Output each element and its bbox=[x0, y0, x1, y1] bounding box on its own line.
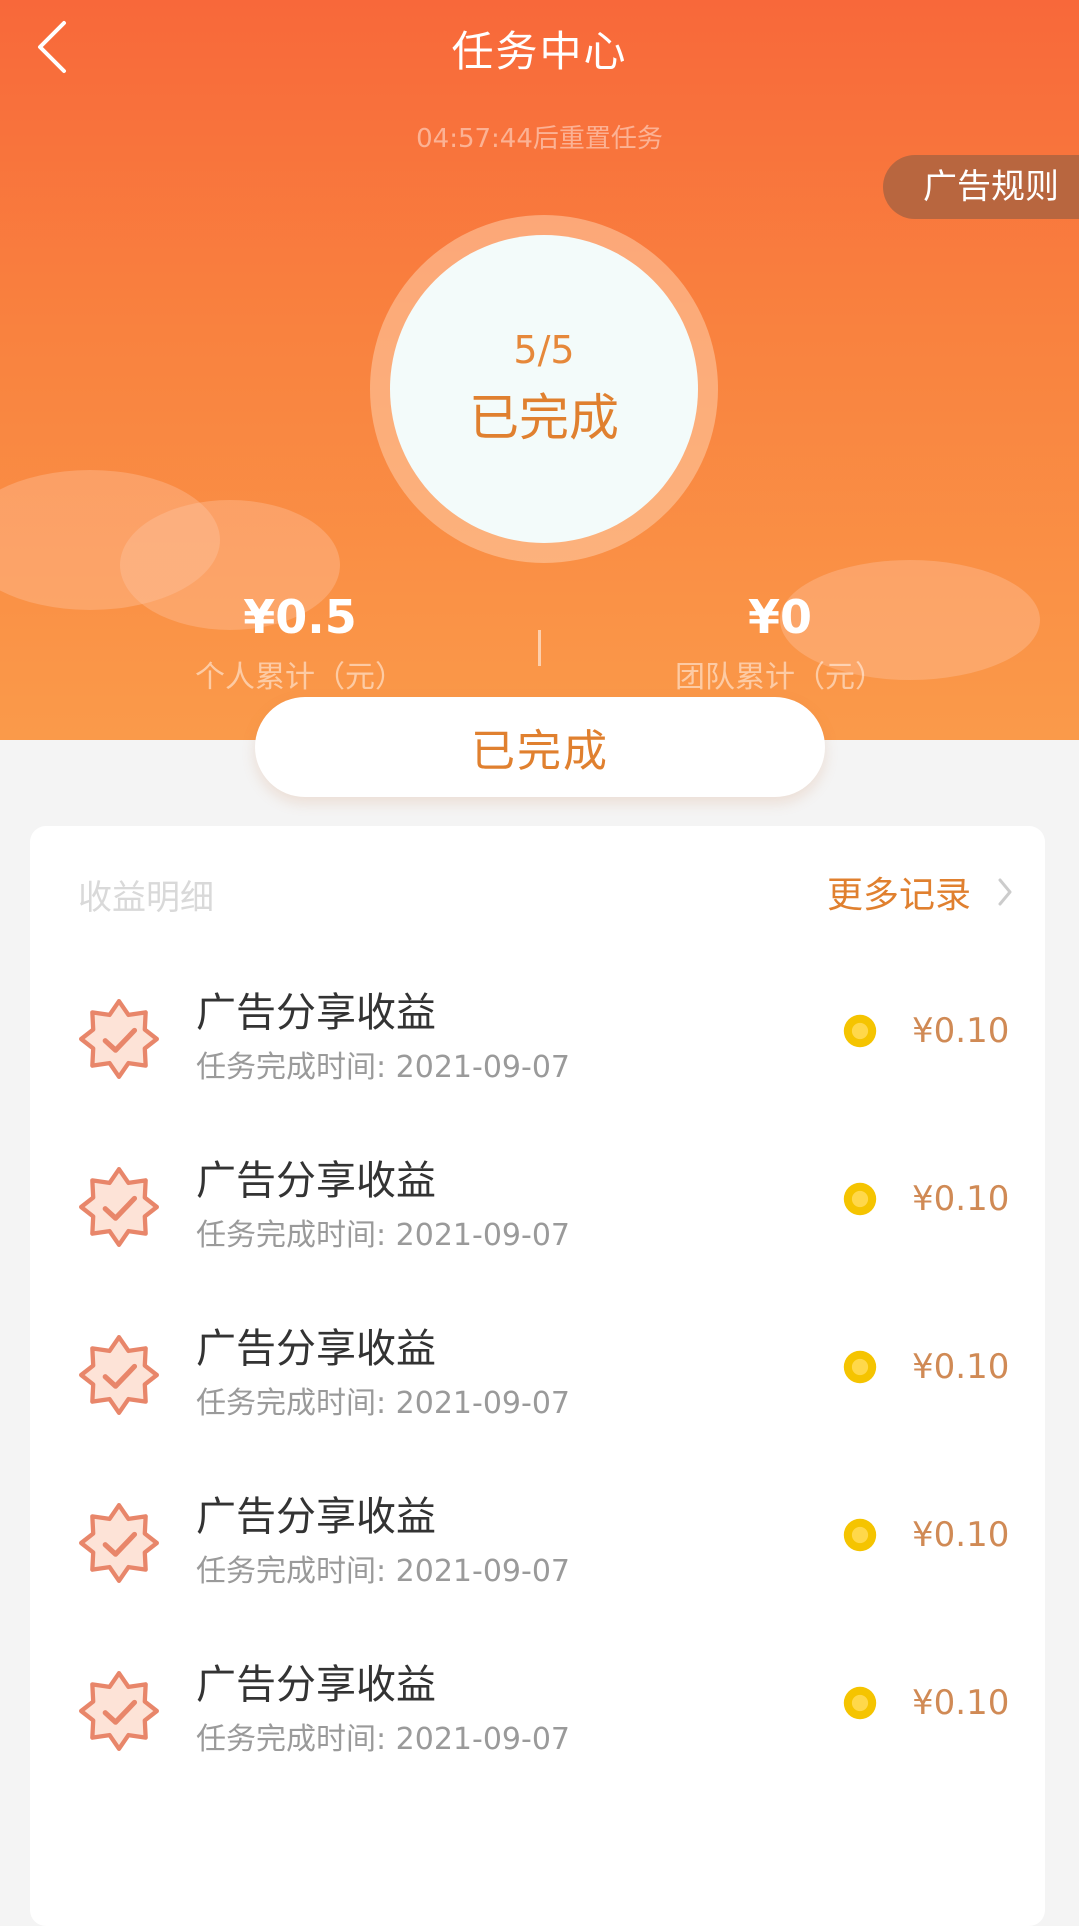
page-title: 任务中心 bbox=[451, 27, 628, 76]
team-total-value: ¥0 bbox=[747, 590, 812, 644]
record-title: 广告分享收益 bbox=[196, 1494, 436, 1540]
record-title: 广告分享收益 bbox=[196, 990, 436, 1036]
list-item: 广告分享收益 任务完成时间: 2021-09-07 ¥0.10 bbox=[30, 1144, 1045, 1264]
record-time: 任务完成时间: 2021-09-07 bbox=[196, 1218, 570, 1253]
record-title: 广告分享收益 bbox=[196, 1662, 436, 1708]
team-total: ¥0 团队累计（元） bbox=[580, 590, 980, 696]
chevron-right-icon bbox=[998, 878, 1012, 906]
header-banner: 任务中心 04:57:44后重置任务 广告规则 5/5 已完成 ¥0.5 个人累… bbox=[0, 0, 1079, 740]
check-badge-icon bbox=[79, 1503, 159, 1583]
record-title: 广告分享收益 bbox=[196, 1326, 436, 1372]
records-card: 收益明细 更多记录 广告分享收益 任务完成时间: 2021-09-07 ¥0.1… bbox=[30, 826, 1045, 1926]
coin-icon bbox=[843, 1518, 877, 1552]
more-records-label: 更多记录 bbox=[826, 875, 971, 916]
record-amount: ¥0.10 bbox=[912, 1179, 1010, 1219]
check-badge-icon bbox=[79, 1671, 159, 1751]
team-total-label: 团队累计（元） bbox=[675, 660, 885, 695]
coin-icon bbox=[843, 1014, 877, 1048]
record-amount: ¥0.10 bbox=[912, 1347, 1010, 1387]
completed-status-pill: 已完成 bbox=[255, 697, 825, 797]
personal-total-value: ¥0.5 bbox=[243, 590, 357, 644]
list-item: 广告分享收益 任务完成时间: 2021-09-07 ¥0.10 bbox=[30, 1648, 1045, 1768]
coin-icon bbox=[843, 1182, 877, 1216]
stats-divider bbox=[538, 630, 541, 666]
progress-ring: 5/5 已完成 bbox=[370, 215, 718, 563]
record-time: 任务完成时间: 2021-09-07 bbox=[196, 1722, 570, 1757]
list-item: 广告分享收益 任务完成时间: 2021-09-07 ¥0.10 bbox=[30, 1480, 1045, 1600]
coin-icon bbox=[843, 1686, 877, 1720]
record-time: 任务完成时间: 2021-09-07 bbox=[196, 1386, 570, 1421]
record-amount: ¥0.10 bbox=[912, 1683, 1010, 1723]
progress-count: 5/5 bbox=[513, 328, 575, 372]
personal-total-label: 个人累计（元） bbox=[195, 660, 405, 695]
check-badge-icon bbox=[79, 999, 159, 1079]
record-time: 任务完成时间: 2021-09-07 bbox=[196, 1554, 570, 1589]
coin-icon bbox=[843, 1350, 877, 1384]
list-item: 广告分享收益 任务完成时间: 2021-09-07 ¥0.10 bbox=[30, 976, 1045, 1096]
personal-total: ¥0.5 个人累计（元） bbox=[100, 590, 500, 696]
more-records-link[interactable]: 更多记录 bbox=[827, 866, 1013, 918]
records-section-title: 收益明细 bbox=[78, 878, 214, 918]
reset-countdown: 04:57:44后重置任务 bbox=[416, 124, 663, 154]
record-amount: ¥0.10 bbox=[912, 1011, 1010, 1051]
progress-status: 已完成 bbox=[469, 389, 619, 447]
check-badge-icon bbox=[79, 1167, 159, 1247]
record-title: 广告分享收益 bbox=[196, 1158, 436, 1204]
progress-circle: 5/5 已完成 bbox=[390, 235, 698, 543]
record-amount: ¥0.10 bbox=[912, 1515, 1010, 1555]
list-item: 广告分享收益 任务完成时间: 2021-09-07 ¥0.10 bbox=[30, 1312, 1045, 1432]
ad-rules-button[interactable]: 广告规则 bbox=[883, 155, 1079, 219]
record-time: 任务完成时间: 2021-09-07 bbox=[196, 1050, 570, 1085]
check-badge-icon bbox=[79, 1335, 159, 1415]
